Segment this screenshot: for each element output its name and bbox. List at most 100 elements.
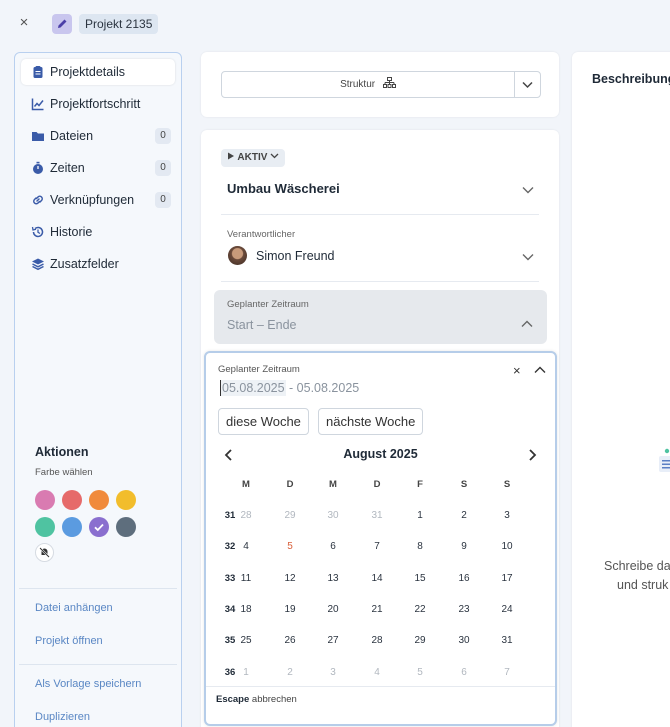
month-title: August 2025: [343, 447, 418, 461]
projekt-oeffnen-link[interactable]: Projekt öffnen: [35, 635, 103, 647]
calendar-day[interactable]: 29: [405, 635, 435, 646]
struktur-button[interactable]: Struktur: [221, 71, 515, 98]
calendar-day[interactable]: 7: [492, 667, 522, 678]
calendar-day[interactable]: 6: [449, 667, 479, 678]
calendar-day[interactable]: 28: [231, 510, 261, 521]
calendar-day[interactable]: 8: [405, 541, 435, 552]
calendar-day[interactable]: 14: [362, 573, 392, 584]
calendar-day[interactable]: 31: [362, 510, 392, 521]
close-icon[interactable]: ×: [15, 14, 33, 32]
calendar-day[interactable]: 23: [449, 604, 479, 615]
calendar-day[interactable]: 20: [318, 604, 348, 615]
calendar-day[interactable]: 21: [362, 604, 392, 615]
play-icon: [228, 152, 234, 160]
beschreibung-hint-line2: und struk: [617, 578, 669, 592]
end-date[interactable]: 05.08.2025: [297, 381, 360, 395]
verantwortlicher-label: Verantwortlicher: [227, 229, 296, 240]
calendar-day[interactable]: 30: [318, 510, 348, 521]
date-range-input[interactable]: 05.08.2025 - 05.08.2025: [220, 380, 360, 396]
diese-woche-button[interactable]: diese Woche: [218, 408, 309, 435]
duplizieren-link[interactable]: Duplizieren: [35, 711, 90, 723]
calendar-day[interactable]: 24: [492, 604, 522, 615]
calendar-day[interactable]: 26: [275, 635, 305, 646]
calendar-day[interactable]: 2: [449, 510, 479, 521]
document-icon: [659, 448, 670, 472]
calendar-day[interactable]: 5: [405, 667, 435, 678]
calendar-day[interactable]: 25: [231, 635, 261, 646]
calendar-day[interactable]: 11: [231, 573, 261, 584]
project-title[interactable]: Umbau Wäscherei: [227, 181, 340, 196]
verantwortlicher-value[interactable]: Simon Freund: [256, 249, 335, 263]
calendar-day[interactable]: 3: [318, 667, 348, 678]
sidebar-item-projektfortschritt[interactable]: Projektfortschritt: [21, 91, 175, 117]
calendar-day[interactable]: 12: [275, 573, 305, 584]
calendar-day[interactable]: 30: [449, 635, 479, 646]
calendar-day[interactable]: 2: [275, 667, 305, 678]
color-swatch[interactable]: [62, 517, 82, 537]
sidebar-item-verknuepfungen[interactable]: Verknüpfungen 0: [21, 187, 175, 213]
chevron-down-icon[interactable]: [522, 184, 534, 196]
calendar-day[interactable]: 5: [275, 541, 305, 552]
calendar-day[interactable]: 19: [275, 604, 305, 615]
calendar-day[interactable]: 6: [318, 541, 348, 552]
calendar-day[interactable]: 10: [492, 541, 522, 552]
calendar-day[interactable]: 1: [405, 510, 435, 521]
color-swatch[interactable]: [116, 490, 136, 510]
color-swatch[interactable]: [89, 490, 109, 510]
calendar-day[interactable]: 4: [362, 667, 392, 678]
naechste-woche-button[interactable]: nächste Woche: [318, 408, 424, 435]
calendar-day[interactable]: 31: [492, 635, 522, 646]
calendar-day[interactable]: 3: [492, 510, 522, 521]
color-swatch[interactable]: [89, 517, 109, 537]
chevron-up-icon[interactable]: [534, 364, 546, 376]
divider: [221, 281, 539, 282]
count-badge: 0: [155, 160, 171, 176]
calendar-day[interactable]: 13: [318, 573, 348, 584]
start-date[interactable]: 05.08.2025: [220, 380, 286, 396]
calendar-day[interactable]: 1: [231, 667, 261, 678]
chevron-right-icon[interactable]: [526, 449, 538, 461]
pencil-icon[interactable]: [52, 14, 72, 34]
struktur-card: Struktur: [201, 52, 559, 117]
sidebar-item-zusatzfelder[interactable]: Zusatzfelder: [21, 251, 175, 277]
divider: [206, 686, 555, 687]
calendar-day[interactable]: 17: [492, 573, 522, 584]
calendar-day[interactable]: 18: [231, 604, 261, 615]
sidebar-item-label: Dateien: [50, 129, 94, 143]
calendar-day[interactable]: 4: [231, 541, 261, 552]
als-vorlage-speichern-link[interactable]: Als Vorlage speichern: [35, 678, 141, 690]
divider: [19, 588, 177, 589]
farbe-label: Farbe wählen: [35, 467, 93, 478]
sidebar-item-dateien[interactable]: Dateien 0: [21, 123, 175, 149]
status-dropdown[interactable]: AKTIV: [221, 149, 286, 167]
datei-anhaengen-link[interactable]: Datei anhängen: [35, 602, 113, 614]
calendar-day[interactable]: 27: [318, 635, 348, 646]
sidebar-item-zeiten[interactable]: Zeiten 0: [21, 155, 175, 181]
no-color-button[interactable]: [35, 543, 54, 562]
calendar-day[interactable]: 16: [449, 573, 479, 584]
calendar-day[interactable]: 22: [405, 604, 435, 615]
calendar-day[interactable]: 7: [362, 541, 392, 552]
color-swatch[interactable]: [62, 490, 82, 510]
calendar-day[interactable]: 15: [405, 573, 435, 584]
chart-line-icon: [31, 98, 44, 111]
close-icon[interactable]: ×: [513, 363, 521, 378]
calendar-day[interactable]: 9: [449, 541, 479, 552]
chevron-down-icon[interactable]: [522, 251, 534, 263]
struktur-dropdown-button[interactable]: [514, 71, 541, 98]
color-swatch[interactable]: [35, 490, 55, 510]
color-swatch[interactable]: [116, 517, 136, 537]
color-swatch[interactable]: [35, 517, 55, 537]
weekday-header: F: [417, 479, 423, 490]
check-icon: [94, 523, 104, 532]
aktionen-heading: Aktionen: [35, 445, 89, 459]
calendar-day[interactable]: 29: [275, 510, 305, 521]
weekday-header: M: [242, 479, 250, 490]
zeitraum-field[interactable]: Geplanter Zeitraum Start – Ende: [214, 290, 547, 344]
sidebar-item-projektdetails[interactable]: Projektdetails: [21, 59, 175, 85]
calendar-day[interactable]: 28: [362, 635, 392, 646]
chevron-up-icon[interactable]: [521, 318, 533, 330]
struktur-label: Struktur: [340, 79, 376, 90]
hierarchy-icon: [382, 77, 396, 88]
sidebar-item-historie[interactable]: Historie: [21, 219, 175, 245]
